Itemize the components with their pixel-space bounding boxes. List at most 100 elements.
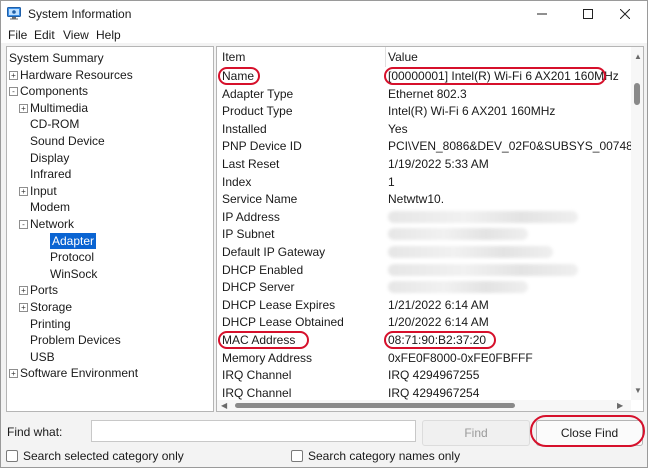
row-item: PNP Device ID xyxy=(222,139,302,154)
tree-item-label: Infrared xyxy=(30,167,72,182)
system-information-window: System Information File Edit View Help S… xyxy=(0,0,648,468)
close-find-button[interactable]: Close Find xyxy=(536,420,643,446)
tree-item-label: Problem Devices xyxy=(30,333,121,348)
tree-item[interactable]: System Summary xyxy=(7,50,213,66)
scroll-right-icon[interactable]: ▶ xyxy=(617,402,623,410)
tree-item[interactable]: USB xyxy=(7,349,213,365)
tree-item-label: Adapter xyxy=(50,232,97,249)
tree-item[interactable]: - Network xyxy=(7,216,213,232)
tree-item[interactable]: + Storage xyxy=(7,299,213,315)
tree-item[interactable]: + Software Environment xyxy=(7,365,213,381)
table-row[interactable]: Name [00000001] Intel(R) Wi-Fi 6 AX201 16… xyxy=(217,67,631,85)
row-value: 1/19/2022 5:33 AM xyxy=(388,157,489,171)
table-row[interactable]: IP Subnet xyxy=(217,225,631,243)
tree-item-label: Network xyxy=(30,217,75,231)
collapse-icon[interactable]: - xyxy=(19,220,28,229)
table-row[interactable]: DHCP Lease Expires 1/21/2022 6:14 AM xyxy=(217,296,631,314)
column-divider[interactable] xyxy=(385,47,386,67)
system-information-icon xyxy=(7,7,21,20)
menu-view[interactable]: View xyxy=(63,28,89,42)
tree-item[interactable]: + Input xyxy=(7,183,213,199)
tree-item[interactable]: Adapter xyxy=(7,232,213,249)
table-row[interactable]: MAC Address 08:71:90:B2:37:20 xyxy=(217,331,631,349)
tree-item[interactable]: Infrared xyxy=(7,166,213,182)
tree-item-label: Components xyxy=(20,84,89,99)
tree-item-label: Modem xyxy=(30,200,71,215)
search-selected-category-checkbox[interactable] xyxy=(6,450,18,462)
row-item: Installed xyxy=(222,121,267,136)
scroll-left-icon[interactable]: ◀ xyxy=(221,402,227,410)
column-header-item[interactable]: Item xyxy=(222,47,245,67)
tree-item[interactable]: Display xyxy=(7,150,213,166)
table-row[interactable]: Index 1 xyxy=(217,173,631,191)
menu-file[interactable]: File xyxy=(8,28,27,42)
menu-help[interactable]: Help xyxy=(96,28,121,42)
tree-item[interactable]: + Ports xyxy=(7,282,213,298)
find-what-label: Find what: xyxy=(7,425,63,439)
tree-item[interactable]: Problem Devices xyxy=(7,332,213,348)
search-category-names-option[interactable]: Search category names only xyxy=(291,448,460,464)
tree-item-label: CD-ROM xyxy=(30,117,80,132)
redacted-value xyxy=(388,228,528,241)
row-value: [00000001] Intel(R) Wi-Fi 6 AX201 160MHz xyxy=(388,69,619,83)
tree-item-label: Input xyxy=(30,183,57,198)
table-row[interactable]: Last Reset 1/19/2022 5:33 AM xyxy=(217,155,631,173)
expand-icon[interactable]: + xyxy=(9,70,18,80)
scroll-up-icon[interactable]: ▲ xyxy=(634,53,642,61)
table-row[interactable]: DHCP Lease Obtained 1/20/2022 6:14 AM xyxy=(217,313,631,331)
row-value: 1/20/2022 6:14 AM xyxy=(388,315,489,330)
table-row[interactable]: IP Address xyxy=(217,208,631,226)
table-row[interactable]: DHCP Enabled xyxy=(217,261,631,279)
title-bar[interactable]: System Information xyxy=(1,1,647,27)
tree-item[interactable]: Sound Device xyxy=(7,133,213,149)
close-button[interactable] xyxy=(603,1,647,27)
table-row[interactable]: PNP Device ID PCI\VEN_8086&DEV_02F0&SUBSY… xyxy=(217,137,631,155)
details-list[interactable]: Item Value Name [00000001] Intel(R) Wi-Fi… xyxy=(216,46,644,412)
tree-item[interactable]: - Components xyxy=(7,83,213,99)
table-row[interactable]: Service Name Netwtw10. xyxy=(217,190,631,208)
tree-item[interactable]: Printing xyxy=(7,316,213,332)
horizontal-scrollbar[interactable]: ◀ ▶ xyxy=(217,400,631,411)
row-value: 1/21/2022 6:14 AM xyxy=(388,297,489,312)
table-row[interactable]: DHCP Server xyxy=(217,278,631,296)
window-title: System Information xyxy=(28,7,132,21)
tree-item[interactable]: CD-ROM xyxy=(7,116,213,132)
tree-item[interactable]: Protocol xyxy=(7,249,213,265)
table-row[interactable]: Memory Address 0xFE0F8000-0xFE0FBFFF xyxy=(217,349,631,367)
vertical-scroll-thumb[interactable] xyxy=(634,83,640,105)
expand-icon[interactable]: + xyxy=(19,286,28,296)
row-item: Last Reset xyxy=(222,157,280,171)
scroll-down-icon[interactable]: ▼ xyxy=(634,387,642,395)
expand-icon[interactable]: + xyxy=(19,186,28,196)
tree-item[interactable]: + Multimedia xyxy=(7,100,213,116)
column-header-value[interactable]: Value xyxy=(388,47,418,67)
vertical-scrollbar[interactable]: ▲ ▼ xyxy=(631,47,643,400)
row-item: DHCP Enabled xyxy=(222,262,304,277)
table-row[interactable]: Default IP Gateway xyxy=(217,243,631,261)
row-value: 08:71:90:B2:37:20 xyxy=(388,333,487,347)
table-row[interactable]: Adapter Type Ethernet 802.3 xyxy=(217,85,631,103)
row-value: Netwtw10. xyxy=(388,192,445,207)
category-tree[interactable]: System Summary + Hardware Resources - Compon… xyxy=(6,46,214,412)
minimize-icon xyxy=(537,13,547,15)
tree-item[interactable]: WinSock xyxy=(7,266,213,282)
search-selected-category-option[interactable]: Search selected category only xyxy=(6,448,184,464)
menu-edit[interactable]: Edit xyxy=(34,28,55,42)
row-value: 0xFE0F8000-0xFE0FBFFF xyxy=(388,350,533,365)
tree-item[interactable]: + Hardware Resources xyxy=(7,67,213,83)
find-button[interactable]: Find xyxy=(422,420,530,446)
table-row[interactable]: IRQ Channel IRQ 4294967255 xyxy=(217,366,631,384)
row-item: Product Type xyxy=(222,104,293,119)
expand-icon[interactable]: + xyxy=(19,303,28,312)
collapse-icon[interactable]: - xyxy=(9,87,18,97)
expand-icon[interactable]: + xyxy=(9,369,18,379)
expand-icon[interactable]: + xyxy=(19,103,28,113)
find-what-input[interactable] xyxy=(91,420,416,442)
table-row[interactable]: Product Type Intel(R) Wi-Fi 6 AX201 160MH… xyxy=(217,102,631,120)
horizontal-scroll-thumb[interactable] xyxy=(235,403,515,408)
tree-item-label: Storage xyxy=(30,300,73,314)
minimize-button[interactable] xyxy=(520,1,564,27)
search-category-names-checkbox[interactable] xyxy=(291,450,303,462)
table-row[interactable]: Installed Yes xyxy=(217,120,631,138)
tree-item[interactable]: Modem xyxy=(7,199,213,215)
